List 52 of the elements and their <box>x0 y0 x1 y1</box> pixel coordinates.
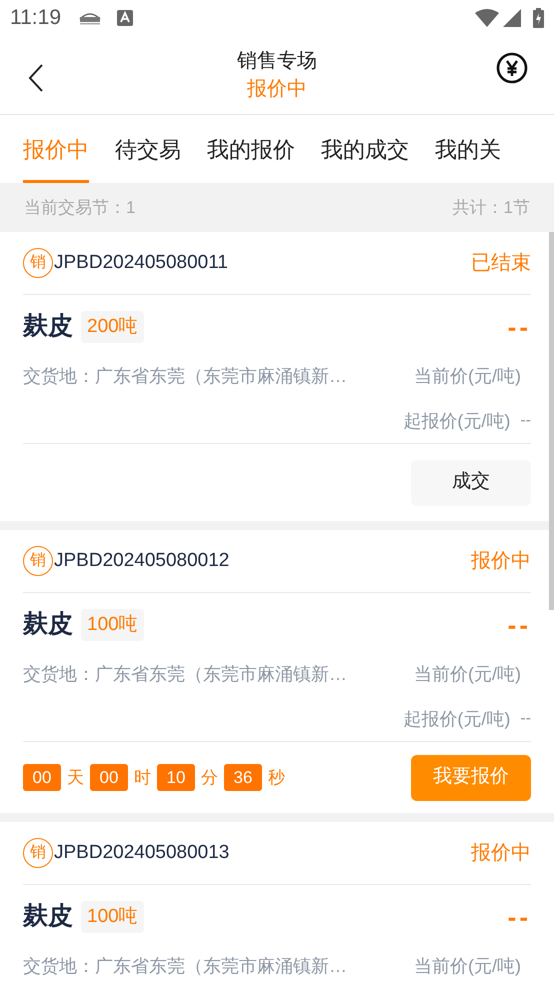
tab[interactable]: 我的关 <box>435 115 501 183</box>
total-label: 共计：1节 <box>452 196 530 219</box>
countdown-digits: 00 <box>23 764 61 791</box>
tab[interactable]: 我的报价 <box>207 115 295 183</box>
countdown-unit: 秒 <box>268 766 285 789</box>
order-number: JPBD202405080012 <box>54 548 230 573</box>
status-label: 报价中 <box>471 841 531 866</box>
sale-badge: 销 <box>23 546 53 576</box>
price-value: -- <box>508 310 531 344</box>
session-label: 当前交易节：1 <box>24 196 136 219</box>
quantity-tag: 200吨 <box>81 310 144 344</box>
countdown-digits: 10 <box>157 764 195 791</box>
order-number: JPBD202405080013 <box>54 840 230 865</box>
current-price-label: 当前价(元/吨) <box>414 955 521 977</box>
quantity-tag: 100吨 <box>81 900 144 934</box>
text-a-icon <box>117 10 133 26</box>
start-price-label: 起报价(元/吨) <box>403 708 510 731</box>
page-subtitle: 报价中 <box>247 77 307 102</box>
order-number: JPBD202405080011 <box>54 250 228 275</box>
countdown-digits: 36 <box>224 764 262 791</box>
battery-icon <box>533 8 544 28</box>
yuan-icon[interactable] <box>496 52 528 84</box>
countdown-digits: 00 <box>90 764 128 791</box>
price-value: -- <box>508 608 531 642</box>
delivery-location: 交货地：广东省东莞（东莞市麻涌镇新… <box>23 365 347 387</box>
quantity-tag: 100吨 <box>81 608 144 642</box>
delivery-location: 交货地：广东省东莞（东莞市麻涌镇新… <box>23 663 347 685</box>
sale-badge: 销 <box>23 838 53 868</box>
status-label: 报价中 <box>471 549 531 574</box>
product-name: 麸皮 <box>23 609 73 640</box>
delivery-location: 交货地：广东省东莞（东莞市麻涌镇新… <box>23 955 347 977</box>
price-value: -- <box>508 900 531 934</box>
countdown-unit: 分 <box>201 766 218 789</box>
current-price-label: 当前价(元/吨) <box>414 365 521 387</box>
sale-badge: 销 <box>23 248 53 278</box>
tab[interactable]: 我的成交 <box>321 115 409 183</box>
start-price-value: -- <box>520 709 531 729</box>
status-time: 11:19 <box>10 5 61 32</box>
wifi-icon <box>475 9 499 27</box>
countdown-unit: 时 <box>134 766 151 789</box>
countdown-unit: 天 <box>67 766 84 789</box>
start-price-value: -- <box>520 411 531 431</box>
product-name: 麸皮 <box>23 901 73 932</box>
action-button[interactable]: 成交 <box>411 460 531 506</box>
product-name: 麸皮 <box>23 311 73 342</box>
start-price-label: 起报价(元/吨) <box>403 410 510 433</box>
tab[interactable]: 待交易 <box>115 115 181 183</box>
page-title: 销售专场 <box>237 49 317 74</box>
current-price-label: 当前价(元/吨) <box>414 663 521 685</box>
back-icon[interactable] <box>28 64 44 92</box>
signal-icon <box>503 9 521 27</box>
status-label: 已结束 <box>471 251 531 276</box>
